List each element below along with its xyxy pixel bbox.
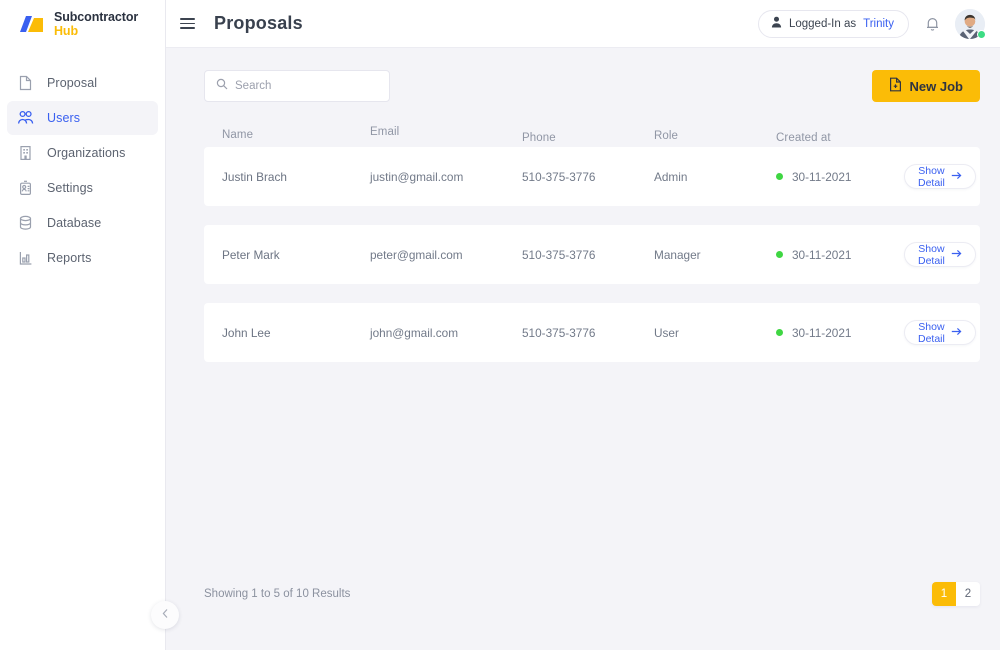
new-job-label: New Job [909,78,963,94]
main-area: Proposals Logged-In as Trinity Search Ne… [166,0,1000,650]
sidebar-item-users[interactable]: Users [7,101,158,135]
table-header-row: Name Email Phone Role Created at [204,119,980,144]
bell-icon[interactable] [923,15,941,33]
sidebar-item-proposal[interactable]: Proposal [7,66,158,100]
sidebar-item-reports[interactable]: Reports [7,241,158,275]
cell-role: Admin [654,169,688,184]
table-row[interactable]: John Lee john@gmail.com 510-375-3776 Use… [204,303,980,362]
cell-email: john@gmail.com [370,325,459,340]
building-icon [17,145,34,162]
arrow-right-icon [951,327,962,339]
pagination: 1 2 [932,582,980,606]
id-badge-icon [17,180,34,197]
status-badge [977,29,986,39]
table-row[interactable]: Peter Mark peter@gmail.com 510-375-3776 … [204,225,980,284]
pagination-page-1[interactable]: 1 [932,582,956,606]
status-dot-icon [776,329,783,336]
logged-in-user-pill[interactable]: Logged-In as Trinity [757,9,909,38]
brand-name: Subcontractor Hub [54,10,165,38]
database-icon [17,215,34,232]
cell-phone: 510-375-3776 [522,169,596,184]
search-box[interactable] [204,70,390,102]
brand-name-accent: Hub [54,24,78,38]
brand-name-main: Subcontractor [54,10,139,24]
results-count: Showing 1 to 5 of 10 Results [204,588,351,600]
created-at-value: 30-11-2021 [792,325,852,340]
content-panel: New Job Name Email Phone Role Created at… [166,48,1000,650]
table-body: Justin Brach justin@gmail.com 510-375-37… [204,147,980,381]
column-header-created: Created at [776,132,831,144]
users-icon [17,110,34,127]
sidebar-item-database[interactable]: Database [7,206,158,240]
app-root: Subcontractor Hub Proposal Users Organiz… [0,0,1000,650]
show-detail-label: Show Detail [918,164,945,189]
sidebar-item-label: Reports [47,251,92,265]
content-toolbar: New Job [204,70,980,102]
new-job-button[interactable]: New Job [871,70,980,102]
table-footer: Showing 1 to 5 of 10 Results 1 2 [204,582,980,650]
chevron-left-icon [161,606,170,624]
person-icon [771,16,782,31]
cell-phone: 510-375-3776 [522,325,596,340]
search-input[interactable] [235,80,378,92]
sidebar-collapse-button[interactable] [151,601,179,629]
sidebar-item-settings[interactable]: Settings [7,171,158,205]
page-title: Proposals [214,13,303,33]
login-prefix-label: Logged-In as [788,17,857,30]
login-username: Trinity [863,17,894,30]
cell-actions: Show Detail [904,320,976,345]
search-icon [216,77,228,95]
file-plus-icon [889,77,902,95]
avatar[interactable] [955,8,986,39]
document-icon [17,75,34,92]
logo-mark-icon [16,15,46,33]
cell-actions: Show Detail [904,242,976,267]
sidebar-item-label: Database [47,216,102,230]
show-detail-label: Show Detail [918,320,945,345]
column-header-role: Role [654,130,679,142]
brand-logo[interactable]: Subcontractor Hub [0,0,165,48]
cell-created-at: 30-11-2021 [776,248,904,262]
sidebar-item-label: Organizations [47,146,126,160]
cell-created-at: 30-11-2021 [776,326,904,340]
status-dot-icon [776,173,783,180]
created-at-value: 30-11-2021 [792,169,852,184]
cell-email: justin@gmail.com [370,169,464,184]
column-header-phone: Phone [522,132,556,144]
cell-email: peter@gmail.com [370,247,463,262]
cell-phone: 510-375-3776 [522,247,596,262]
cell-role: Manager [654,247,701,262]
sidebar-item-label: Settings [47,181,93,195]
table-row[interactable]: Justin Brach justin@gmail.com 510-375-37… [204,147,980,206]
sidebar-item-organizations[interactable]: Organizations [7,136,158,170]
show-detail-label: Show Detail [918,242,945,267]
top-bar: Proposals Logged-In as Trinity [166,0,1000,48]
show-detail-button[interactable]: Show Detail [904,164,976,189]
column-header-name: Name [222,129,254,141]
arrow-right-icon [951,171,962,183]
status-dot-icon [776,251,783,258]
show-detail-button[interactable]: Show Detail [904,320,976,345]
sidebar-nav: Proposal Users Organizations Settings Da… [0,66,165,275]
cell-actions: Show Detail [904,164,976,189]
column-header-email: Email [370,126,400,138]
cell-role: User [654,325,679,340]
sidebar-item-label: Users [47,111,81,125]
arrow-right-icon [951,249,962,261]
top-bar-right: Logged-In as Trinity [757,8,986,39]
cell-name: Peter Mark [222,247,280,262]
cell-name: John Lee [222,325,271,340]
created-at-value: 30-11-2021 [792,247,852,262]
bar-chart-icon [17,250,34,267]
sidebar: Subcontractor Hub Proposal Users Organiz… [0,0,179,650]
cell-created-at: 30-11-2021 [776,170,904,184]
sidebar-item-label: Proposal [47,76,98,90]
show-detail-button[interactable]: Show Detail [904,242,976,267]
pagination-page-2[interactable]: 2 [956,582,980,606]
cell-name: Justin Brach [222,169,287,184]
hamburger-icon[interactable] [180,14,200,34]
